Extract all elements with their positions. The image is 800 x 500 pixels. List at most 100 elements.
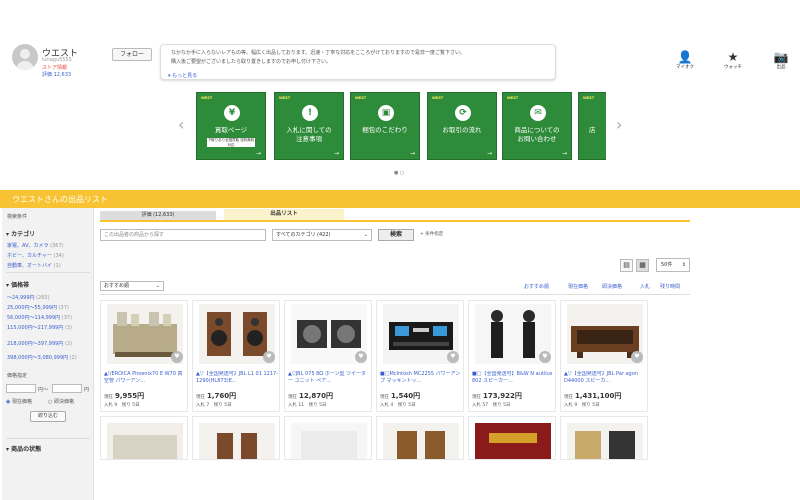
product-image[interactable]	[475, 423, 551, 460]
price-min-input[interactable]	[6, 384, 36, 393]
bid-count: 入札 57	[472, 403, 489, 408]
product-card[interactable]: ♥ ▲▽【全国発送可】JBL L1 01 1217-1290(HL873)E..…	[192, 300, 280, 412]
product-title[interactable]: ▲▽【全国発送可】JBL L1 01 1217-1290(HL873)E...	[196, 371, 278, 385]
product-title[interactable]: ■□McIntosh MC2255 パワーアンプ マッキントッ...	[380, 371, 462, 385]
radio-buyout-price[interactable]: ○ 即決価格	[48, 398, 74, 405]
tab-rating[interactable]: 評価 (12,633)	[100, 211, 216, 220]
product-card[interactable]	[560, 416, 648, 460]
price-range-link[interactable]: 56,000円〜114,999円 (37)	[7, 314, 72, 321]
product-title[interactable]: ▲▽【全国発送可】JBL Par agon D44000 スピーカ...	[564, 371, 646, 385]
arrow-right-icon: →	[255, 150, 261, 157]
chevron-down-icon: ⌄	[155, 283, 160, 289]
list-view-button[interactable]: ▤	[620, 259, 633, 272]
list-title-bar: ウエストさんの出品リスト	[0, 190, 800, 208]
sort-select[interactable]: おすすめ順 ⌄	[100, 281, 164, 291]
radio-current-label: 現在価格	[11, 399, 32, 405]
follow-button[interactable]: フォロー	[112, 48, 152, 61]
category-link[interactable]: ホビー、カルチャー (34)	[7, 252, 64, 259]
price-heading[interactable]: ▾ 価格帯	[6, 280, 29, 289]
sort-link-bids[interactable]: 入札	[640, 283, 650, 290]
banner-title: 入札に関しての 注意事項	[286, 126, 332, 143]
product-card[interactable]: ♥ ▲!/EROICA Phoenix70 E W70 真空管 パワーアン...…	[100, 300, 188, 412]
carousel-next-icon[interactable]: ›	[616, 115, 622, 134]
product-image[interactable]	[199, 423, 275, 460]
price-range-link[interactable]: 115,000円〜217,999円 (3)	[7, 324, 72, 331]
category-link[interactable]: 家電、AV、カメラ (367)	[7, 242, 64, 249]
product-card[interactable]: ♥ ▲▽【全国発送可】JBL Par agon D44000 スピーカ... 現…	[560, 300, 648, 412]
category-select-value: すべてのカテゴリ (422)	[276, 232, 331, 238]
search-input[interactable]: この出品者の商品から探す	[100, 229, 266, 241]
price-label: 現在	[564, 395, 573, 400]
banner-bid-notes[interactable]: WEST ! 入札に関しての 注意事項 →	[274, 92, 344, 160]
sort-link-buyout-price[interactable]: 即決価格	[602, 283, 622, 290]
arrow-right-icon: →	[333, 150, 339, 157]
sort-link-current-price[interactable]: 現在価格	[568, 283, 588, 290]
tab-listing[interactable]: 出品リスト	[224, 209, 344, 220]
carousel-prev-icon[interactable]: ‹	[178, 115, 184, 134]
banner-store-partial[interactable]: WEST 店	[578, 92, 606, 160]
per-page-select[interactable]: 50件 ⇕	[656, 258, 690, 272]
radio-current-price[interactable]: ◉ 現在価格	[6, 398, 32, 405]
price-max-input[interactable]	[52, 384, 82, 393]
watch-button[interactable]: ★ ウォッチ	[720, 50, 746, 70]
watch-heart-icon[interactable]: ♥	[447, 351, 459, 363]
product-card[interactable]: ♥ ■□【全国発送可】B&W N autilus 802 スピーカー... 現在…	[468, 300, 556, 412]
product-card[interactable]	[284, 416, 372, 460]
category-heading[interactable]: ▾ カテゴリ	[6, 229, 35, 238]
product-title[interactable]: ▲▽JBL 075 8Ω ホーン型 ツイーター ユニット ペア...	[288, 371, 370, 385]
product-card[interactable]	[192, 416, 280, 460]
price-value: 9,955円	[115, 392, 145, 400]
product-image[interactable]	[567, 423, 643, 460]
banner-inquiry[interactable]: WEST ✉ 商品についての お問い合わせ →	[502, 92, 572, 160]
search-button[interactable]: 検索	[378, 229, 414, 241]
banner-packing[interactable]: WEST ▣ 梱包のこだわり →	[350, 92, 420, 160]
price-range-link[interactable]: 398,000円〜3,080,999円 (2)	[7, 354, 77, 361]
watch-heart-icon[interactable]: ♥	[355, 351, 367, 363]
condition-heading-label: 商品の状態	[11, 446, 42, 453]
product-title[interactable]: ■□【全国発送可】B&W N autilus 802 スピーカー...	[472, 371, 554, 385]
product-card[interactable]	[468, 416, 556, 460]
product-title[interactable]: ▲!/EROICA Phoenix70 E W70 真空管 パワーアン...	[104, 371, 186, 385]
sell-button[interactable]: 📷 出品	[768, 50, 794, 70]
product-card[interactable]	[100, 416, 188, 460]
divider	[100, 294, 690, 295]
mail-icon: ✉	[530, 105, 546, 121]
price-range-count: (2)	[69, 355, 77, 361]
watch-heart-icon[interactable]: ♥	[539, 351, 551, 363]
seller-rating[interactable]: 評価 12,633	[42, 71, 71, 78]
price-range-link[interactable]: 〜24,999円 (265)	[7, 294, 50, 301]
product-image[interactable]	[291, 423, 367, 460]
price-range-link[interactable]: 218,000円〜397,999円 (2)	[7, 340, 72, 347]
sort-link-recommended[interactable]: おすすめ順	[524, 283, 549, 290]
category-link[interactable]: 自動車、オートバイ (1)	[7, 262, 61, 269]
category-select[interactable]: すべてのカテゴリ (422) ⌄	[272, 229, 372, 241]
seller-avatar[interactable]	[12, 44, 38, 70]
watch-heart-icon[interactable]: ♥	[263, 351, 275, 363]
narrow-button[interactable]: 絞り込む	[30, 411, 66, 422]
arrow-right-icon: →	[409, 150, 415, 157]
time-left: 残り 5日	[121, 403, 140, 408]
store-info-link[interactable]: ストア情報	[42, 64, 67, 71]
banner-buyback[interactable]: WEST ¥ 買取ページ 下取りあり全国買取 送料無料対応 →	[196, 92, 266, 160]
price-range-link[interactable]: 25,000円〜55,999円 (37)	[7, 304, 69, 311]
condition-heading[interactable]: ▾ 商品の状態	[6, 444, 41, 453]
more-link[interactable]: ▾ もっと見る	[168, 72, 197, 79]
conditions-link[interactable]: + 条件指定	[420, 231, 443, 237]
product-card[interactable]	[376, 416, 464, 460]
product-image[interactable]	[107, 423, 183, 460]
grid-view-button[interactable]: ▦	[636, 259, 649, 272]
banner-logo: WEST	[583, 96, 595, 100]
sort-link-time-left[interactable]: 残り時間	[660, 283, 680, 290]
product-image[interactable]	[383, 423, 459, 460]
watch-heart-icon[interactable]: ♥	[171, 351, 183, 363]
myauction-button[interactable]: 👤 マイオク	[672, 50, 698, 70]
product-price: 現在 9,955円	[104, 391, 144, 401]
price-value: 173,922円	[483, 392, 522, 400]
carousel-dots[interactable]: ● ○	[394, 170, 404, 176]
product-card[interactable]: ♥ ■□McIntosh MC2255 パワーアンプ マッキントッ... 現在 1…	[376, 300, 464, 412]
watch-heart-icon[interactable]: ♥	[631, 351, 643, 363]
product-price: 現在 1,431,100円	[564, 391, 621, 401]
camera-icon: 📷	[773, 50, 789, 64]
banner-transaction-flow[interactable]: WEST ⟳ お取引の流れ →	[427, 92, 497, 160]
product-card[interactable]: ♥ ▲▽JBL 075 8Ω ホーン型 ツイーター ユニット ペア... 現在 1…	[284, 300, 372, 412]
